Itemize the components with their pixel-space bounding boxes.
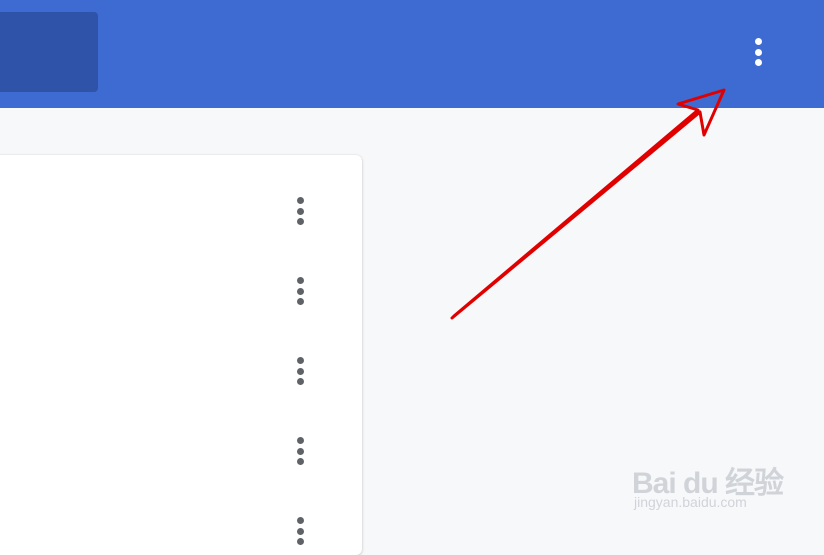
list-item[interactable] [0, 315, 362, 395]
watermark: Bai du 经验 jingyan.baidu.com [632, 444, 792, 514]
item-menu-button[interactable] [292, 277, 308, 305]
arrow-shape [450, 88, 726, 320]
list-item[interactable] [0, 395, 362, 475]
list-item[interactable] [0, 155, 362, 235]
item-menu-button[interactable] [292, 197, 308, 225]
watermark-logo: Bai du 经验 [632, 467, 784, 500]
more-options-button[interactable] [749, 38, 767, 66]
more-vert-icon [296, 277, 304, 284]
list-item[interactable] [0, 235, 362, 315]
more-vert-icon [296, 437, 304, 444]
top-app-bar [0, 0, 824, 108]
more-vert-icon [296, 517, 304, 524]
list-item[interactable] [0, 475, 362, 555]
item-menu-button[interactable] [292, 517, 308, 545]
item-menu-button[interactable] [292, 437, 308, 465]
list-card [0, 155, 362, 555]
more-vert-icon [296, 197, 304, 204]
item-menu-button[interactable] [292, 357, 308, 385]
more-vert-icon [296, 357, 304, 364]
watermark-url: jingyan.baidu.com [634, 494, 747, 510]
search-box[interactable] [0, 12, 98, 92]
more-vert-icon [754, 38, 762, 45]
